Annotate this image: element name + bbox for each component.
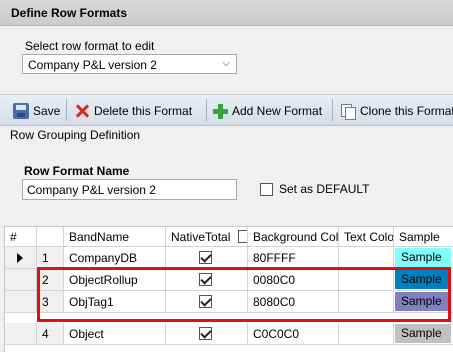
text-color-cell[interactable] [339, 291, 394, 313]
toolbar-separator [66, 99, 67, 121]
table-row[interactable]: 3 ObjTag1 8080C0 Sample [5, 291, 453, 313]
current-row-arrow-icon [17, 253, 23, 263]
save-label: Save [33, 103, 61, 118]
nativetotal-select-all-checkbox[interactable] [237, 230, 247, 243]
native-total-checkbox[interactable] [199, 251, 212, 264]
background-color-cell[interactable]: 0080C0 [248, 269, 339, 291]
row-grouping-label: Row Grouping Definition [10, 128, 141, 142]
band-name-cell[interactable]: CompanyDB [64, 247, 166, 269]
sample-swatch: Sample [395, 292, 451, 311]
add-format-button[interactable]: Add New Format [212, 95, 322, 126]
column-header-nativetotal-label: NativeTotal [171, 230, 231, 244]
text-color-cell[interactable] [339, 269, 394, 291]
row-format-select-value: Company P&L version 2 [28, 58, 157, 72]
column-header-number[interactable]: # [5, 227, 37, 247]
set-default-label: Set as DEFAULT [279, 182, 370, 196]
delete-format-button[interactable]: Delete this Format [74, 95, 192, 126]
set-default-checkbox[interactable]: Set as DEFAULT [260, 182, 369, 196]
delete-icon [74, 103, 90, 119]
delete-label: Delete this Format [94, 103, 193, 118]
background-color-cell[interactable]: 8080C0 [248, 291, 339, 313]
add-label: Add New Format [232, 103, 323, 118]
native-total-checkbox[interactable] [199, 295, 212, 308]
row-index: 1 [37, 247, 64, 269]
grid-header-row: # BandName NativeTotal Background Color … [5, 227, 453, 249]
sample-swatch: Sample [395, 324, 451, 343]
row-index: 3 [37, 291, 64, 313]
column-header-nativetotal[interactable]: NativeTotal [166, 227, 248, 247]
column-header-background-color[interactable]: Background Color [248, 227, 339, 247]
native-total-checkbox[interactable] [199, 327, 212, 340]
native-total-cell[interactable] [166, 323, 248, 345]
sample-swatch: Sample [395, 270, 451, 289]
band-name-cell[interactable]: ObjectRollup [64, 269, 166, 291]
table-row[interactable]: 4 Object C0C0C0 Sample [5, 323, 453, 345]
native-total-checkbox[interactable] [199, 273, 212, 286]
row-format-select[interactable]: Company P&L version 2 ⌵ [22, 54, 237, 74]
row-index: 4 [37, 323, 64, 345]
text-color-cell[interactable] [339, 247, 394, 269]
window-titlebar: Define Row Formats [0, 0, 453, 26]
column-header-text-color[interactable]: Text Color [339, 227, 394, 247]
row-selector[interactable] [5, 247, 37, 269]
set-default-checkbox-box[interactable] [260, 182, 273, 196]
format-name-input[interactable]: Company P&L version 2 [22, 179, 237, 200]
clone-icon [340, 103, 356, 120]
row-selector[interactable] [5, 269, 37, 291]
column-header-sample[interactable]: Sample [394, 227, 453, 247]
save-icon [13, 102, 29, 119]
native-total-cell[interactable] [166, 269, 248, 291]
toolbar-separator [206, 99, 207, 121]
sample-cell: Sample [394, 269, 453, 291]
sample-cell: Sample [394, 323, 453, 345]
band-name-cell[interactable]: Object [64, 323, 166, 345]
sample-swatch: Sample [395, 248, 451, 267]
save-button[interactable]: Save [13, 95, 60, 126]
clone-format-button[interactable]: Clone this Format [340, 95, 453, 126]
background-color-cell[interactable]: 80FFFF [248, 247, 339, 269]
native-total-cell[interactable] [166, 247, 248, 269]
sample-cell: Sample [394, 247, 453, 269]
row-selector[interactable] [5, 291, 37, 313]
row-format-grid: # BandName NativeTotal Background Color … [4, 226, 453, 352]
toolbar-separator [332, 99, 333, 121]
clone-label: Clone this Format [360, 103, 453, 118]
column-header-blank [37, 227, 64, 247]
background-color-cell[interactable]: C0C0C0 [248, 323, 339, 345]
row-format-select-label: Select row format to edit [25, 39, 155, 53]
window-title: Define Row Formats [11, 6, 128, 20]
toolbar: Save Delete this Format Add New Format C… [0, 94, 453, 126]
table-row[interactable]: 1 CompanyDB 80FFFF Sample [5, 247, 453, 269]
row-index: 2 [37, 269, 64, 291]
add-icon [212, 103, 228, 119]
text-color-cell[interactable] [339, 323, 394, 345]
native-total-cell[interactable] [166, 291, 248, 313]
row-selector[interactable] [5, 323, 37, 345]
sample-cell: Sample [394, 291, 453, 313]
table-row[interactable]: 2 ObjectRollup 0080C0 Sample [5, 269, 453, 291]
column-header-bandname[interactable]: BandName [64, 227, 166, 247]
band-name-cell[interactable]: ObjTag1 [64, 291, 166, 313]
format-name-label: Row Format Name [24, 164, 130, 178]
chevron-down-icon[interactable]: ⌵ [222, 58, 230, 69]
